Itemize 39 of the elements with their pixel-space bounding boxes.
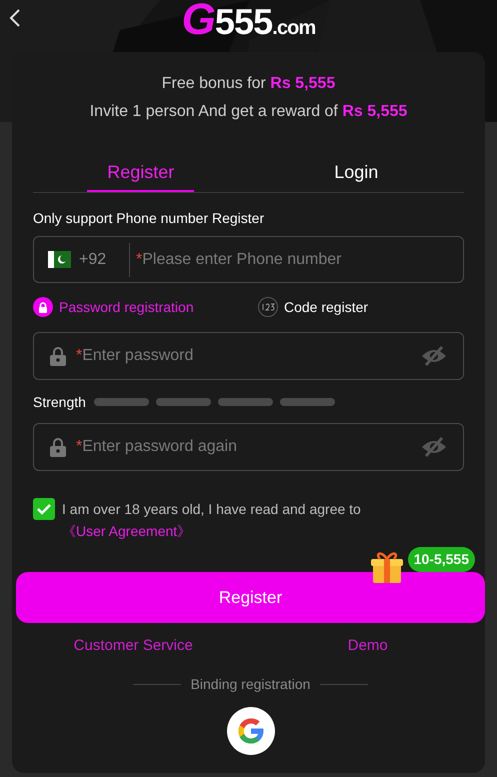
password-field[interactable]: *Enter password [33, 332, 464, 380]
reward-badge: 10-5,555 [408, 547, 475, 572]
agreement-text: I am over 18 years old, I have read and agree to 《User Agreement》 [62, 500, 362, 541]
user-agreement-link[interactable]: 《User Agreement》 [62, 523, 192, 539]
lock-icon [50, 346, 66, 366]
strength-segment [156, 398, 211, 406]
lock-icon [33, 297, 53, 317]
strength-segment [280, 398, 335, 406]
form-title: Only support Phone number Register [33, 209, 266, 228]
bonus-text: Free bonus for Rs 5,555 [162, 74, 336, 94]
lock-icon [50, 437, 66, 457]
strength-segment [94, 398, 149, 406]
binding-label: Binding registration [190, 674, 310, 694]
mode-label[interactable]: Code register [284, 296, 368, 318]
back-chevron-icon[interactable] [9, 9, 21, 27]
register-button[interactable]: Register [16, 572, 485, 623]
strength-segment [218, 398, 273, 406]
strength-label: Strength [33, 392, 86, 412]
password-again-field[interactable]: *Enter password again [33, 423, 464, 471]
password-placeholder: *Enter password [76, 346, 194, 366]
checkmark-icon [36, 503, 52, 515]
gift-icon [371, 550, 403, 584]
footer-link[interactable]: Demo [348, 635, 388, 658]
numbers-icon [258, 297, 278, 317]
flag-icon [48, 251, 71, 268]
country-code[interactable]: +92 [79, 248, 129, 272]
footer-link[interactable]: Customer Service [74, 635, 193, 658]
reward-text: Invite 1 person And get a reward of Rs 5,555 [90, 102, 408, 122]
phone-field[interactable]: +92 *Please enter Phone number [33, 236, 464, 283]
tab[interactable]: Register [87, 154, 194, 192]
google-icon [236, 716, 266, 746]
tab[interactable]: Login [314, 154, 398, 192]
phone-placeholder: *Please enter Phone number [136, 250, 342, 270]
password-placeholder: *Enter password again [76, 437, 238, 457]
logo: G555.com [182, 0, 316, 46]
mode-label[interactable]: Password registration [59, 296, 194, 318]
hidden-eye-icon[interactable] [421, 436, 447, 458]
agreement-checkbox[interactable] [33, 498, 55, 520]
hidden-eye-icon[interactable] [421, 345, 447, 367]
